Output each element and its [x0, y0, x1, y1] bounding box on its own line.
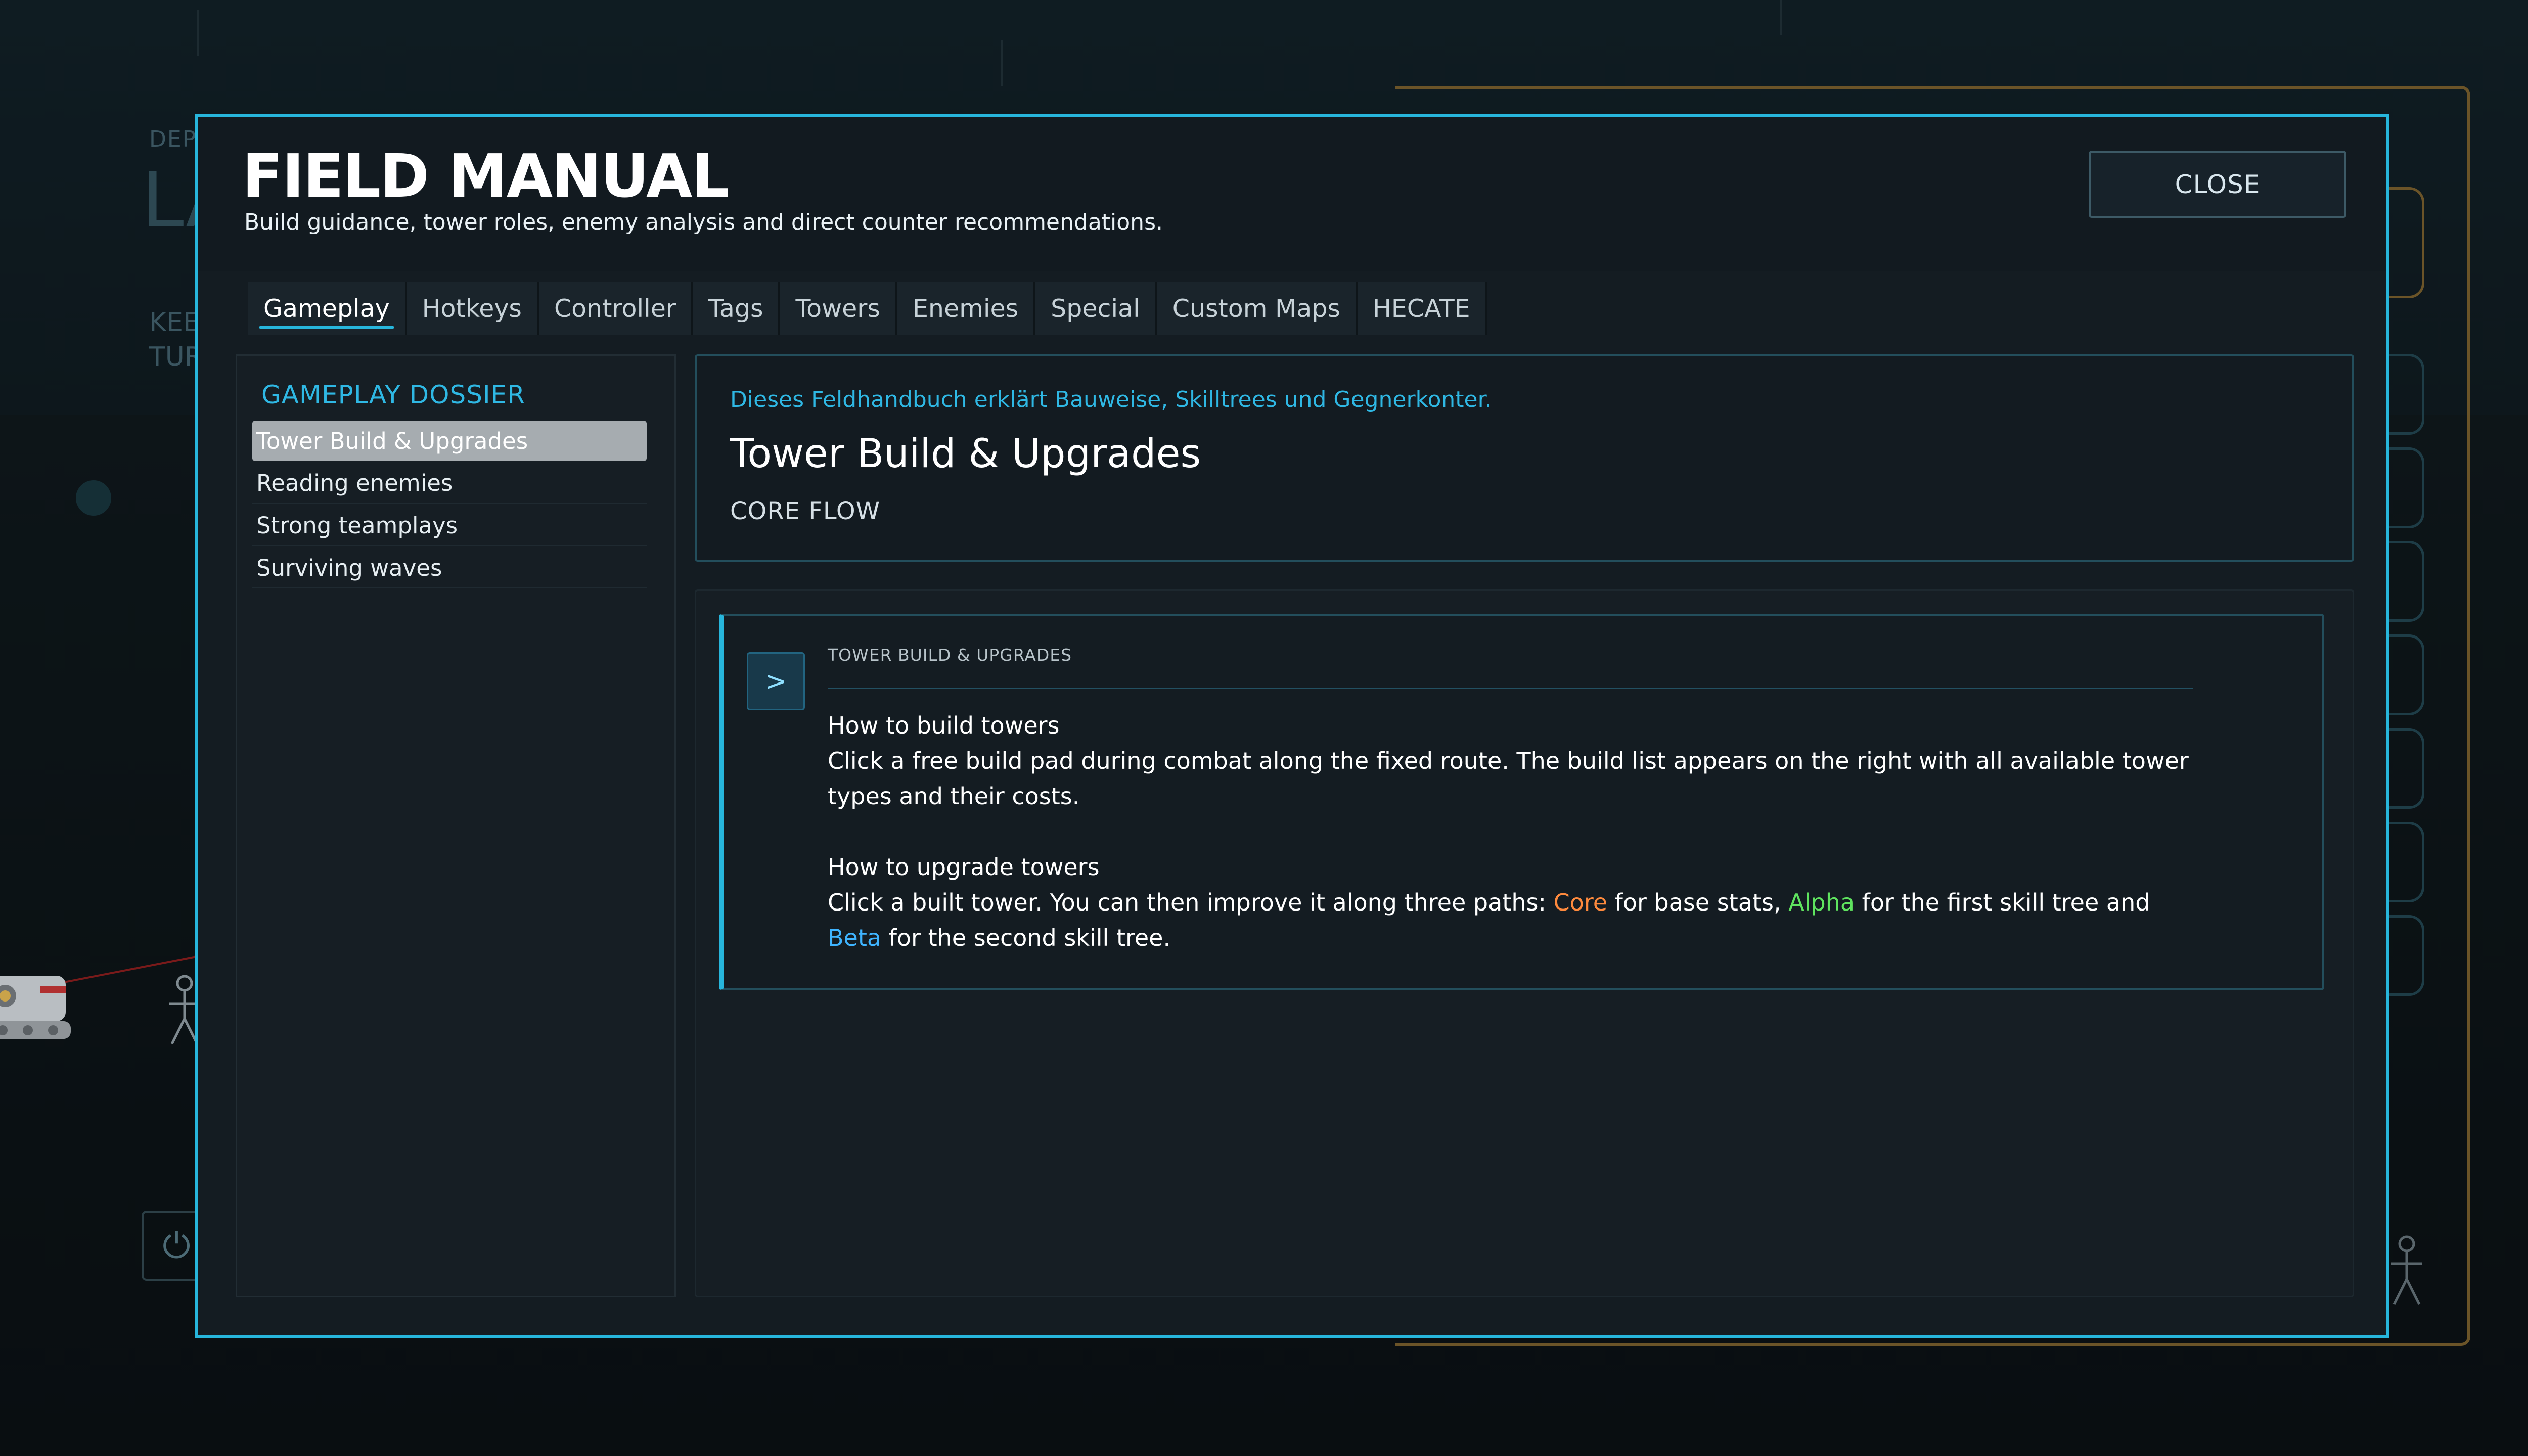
sidebar-item-tower-build[interactable]: Tower Build & Upgrades	[252, 421, 647, 461]
topic-info-card: Dieses Feldhandbuch erklärt Bauweise, Sk…	[695, 354, 2354, 562]
sidebar-item-surviving-waves[interactable]: Surviving waves	[252, 548, 647, 588]
dossier-sidebar: GAMEPLAY DOSSIER Tower Build & Upgrades …	[236, 354, 676, 1297]
tab-custom-maps[interactable]: Custom Maps	[1157, 282, 1358, 335]
sidebar-title: GAMEPLAY DOSSIER	[261, 380, 526, 410]
core-path-label: Core	[1553, 889, 1608, 916]
alpha-path-label: Alpha	[1788, 889, 1855, 916]
beta-path-label: Beta	[828, 924, 882, 951]
tab-gameplay[interactable]: Gameplay	[248, 282, 407, 335]
tab-special[interactable]: Special	[1035, 282, 1157, 335]
upgrade-text-part: Click a built tower. You can then improv…	[828, 889, 1554, 916]
background-node	[76, 480, 111, 516]
chevron-right-icon: >	[747, 652, 805, 710]
upgrade-text: Click a built tower. You can then improv…	[828, 885, 2193, 956]
topic-category: CORE FLOW	[730, 497, 881, 525]
upgrade-title: How to upgrade towers	[828, 853, 1100, 881]
entry-body: How to build towers Click a free build p…	[828, 708, 2193, 956]
tab-tags[interactable]: Tags	[693, 282, 781, 335]
entry-heading: TOWER BUILD & UPGRADES	[828, 645, 1072, 665]
info-lead-text: Dieses Feldhandbuch erklärt Bauweise, Sk…	[730, 387, 1492, 413]
upgrade-text-part: for the second skill tree.	[881, 924, 1171, 951]
sidebar-item-strong-teamplays[interactable]: Strong teamplays	[252, 506, 647, 546]
tab-towers[interactable]: Towers	[780, 282, 897, 335]
modal-title: FIELD MANUAL	[242, 141, 730, 211]
background-antenna	[1780, 0, 1782, 35]
modal-subtitle: Build guidance, tower roles, enemy analy…	[244, 209, 1163, 235]
upgrade-text-part: for base stats,	[1607, 889, 1789, 916]
background-antenna	[1001, 40, 1003, 86]
tab-hotkeys[interactable]: Hotkeys	[407, 282, 539, 335]
robot-unit-icon	[0, 976, 71, 1039]
close-button[interactable]: CLOSE	[2089, 151, 2346, 218]
tab-bar: Gameplay Hotkeys Controller Tags Towers …	[248, 282, 1487, 335]
content-panel: > TOWER BUILD & UPGRADES How to build to…	[695, 589, 2354, 1297]
background-antenna	[197, 10, 199, 56]
divider	[828, 688, 2193, 689]
topic-title: Tower Build & Upgrades	[730, 431, 1201, 477]
modal-header: FIELD MANUAL Build guidance, tower roles…	[198, 117, 2386, 271]
tab-controller[interactable]: Controller	[538, 282, 693, 335]
tab-hecate[interactable]: HECATE	[1357, 282, 1487, 335]
field-manual-modal: FIELD MANUAL Build guidance, tower roles…	[195, 114, 2389, 1338]
upgrade-text-part: for the first skill tree and	[1855, 889, 2150, 916]
manual-entry-card: > TOWER BUILD & UPGRADES How to build to…	[719, 614, 2324, 990]
build-title: How to build towers	[828, 712, 1060, 739]
tab-enemies[interactable]: Enemies	[897, 282, 1036, 335]
build-text: Click a free build pad during combat alo…	[828, 747, 2189, 810]
sidebar-item-reading-enemies[interactable]: Reading enemies	[252, 463, 647, 504]
